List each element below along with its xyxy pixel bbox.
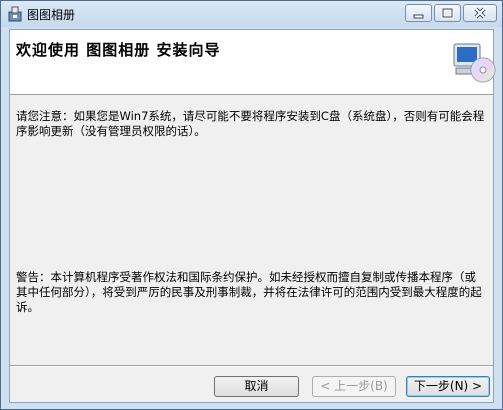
minimize-button[interactable] — [405, 4, 432, 22]
window-title: 图图相册 — [27, 8, 76, 22]
cancel-button[interactable]: 取消 — [214, 376, 299, 397]
installer-icon — [8, 6, 22, 22]
computer-cd-icon — [453, 43, 496, 83]
notice-text: 请您注意：如果您是Win7系统，请尽可能不要将程序安装到C盘（系统盘），否则有可… — [16, 109, 485, 138]
close-button[interactable] — [463, 4, 497, 22]
title-bar[interactable]: 图图相册 — [1, 1, 502, 27]
back-button[interactable]: < 上一步(B) — [312, 376, 396, 397]
divider — [10, 365, 493, 367]
maximize-icon — [441, 7, 454, 19]
minimize-icon — [413, 14, 424, 19]
next-button[interactable]: 下一步(N) > — [406, 376, 490, 397]
copyright-warning: 警告：本计算机程序受著作权法和国际条约保护。如未经授权而擅自复制或传播本程序（或… — [16, 270, 482, 314]
installer-window: 图图相册 欢迎使用 图图相册 安装向导 请您注意：如果您是Win7系统，请尽可能… — [0, 0, 503, 410]
close-icon — [474, 7, 486, 19]
wizard-client: 欢迎使用 图图相册 安装向导 请您注意：如果您是Win7系统，请尽可能不要将程序… — [9, 29, 496, 403]
maximize-button[interactable] — [434, 4, 461, 22]
wizard-header: 欢迎使用 图图相册 安装向导 — [10, 30, 496, 95]
page-title: 欢迎使用 图图相册 安装向导 — [16, 41, 221, 59]
